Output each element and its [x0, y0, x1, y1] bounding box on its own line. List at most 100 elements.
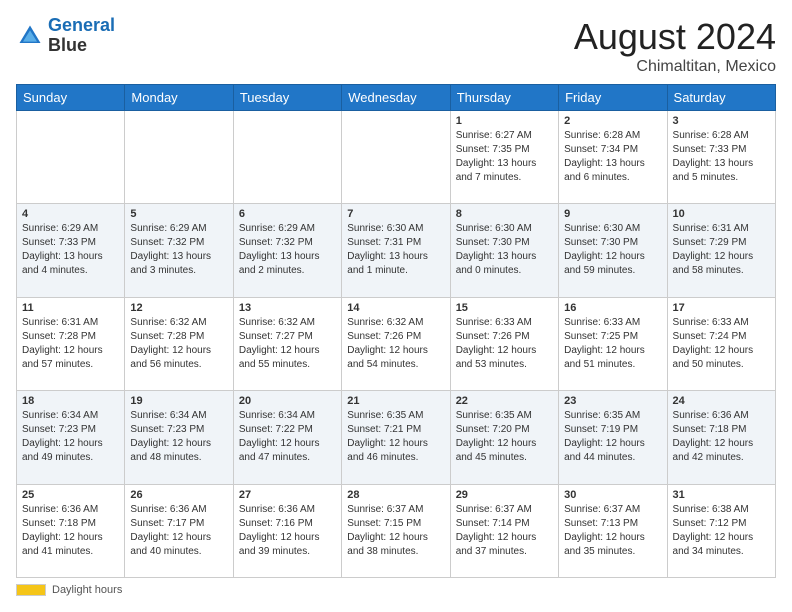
day-info: Sunrise: 6:29 AM Sunset: 7:32 PM Dayligh… [239, 222, 336, 278]
calendar-day-cell: 17Sunrise: 6:33 AM Sunset: 7:24 PM Dayli… [667, 297, 775, 390]
day-info: Sunrise: 6:35 AM Sunset: 7:21 PM Dayligh… [347, 409, 444, 465]
day-info: Sunrise: 6:30 AM Sunset: 7:30 PM Dayligh… [456, 222, 553, 278]
day-number: 22 [456, 395, 553, 407]
calendar-day-cell: 19 Sunrise: 6:34 AM Sunset: 7:23 PM Dayli… [125, 391, 233, 484]
calendar-day-cell: 6 Sunrise: 6:29 AM Sunset: 7:32 PM Daylig… [233, 204, 341, 297]
day-number: 5 [130, 208, 227, 220]
calendar-day-cell: 11 Sunrise: 6:31 AM Sunset: 7:28 PM Dayli… [17, 297, 125, 390]
calendar-day-cell: 18Sunrise: 6:34 AM Sunset: 7:23 PM Dayli… [17, 391, 125, 484]
day-number: 28 [347, 489, 444, 501]
location: Chimaltitan, Mexico [574, 58, 776, 76]
day-number: 19 [130, 395, 227, 407]
calendar-day-cell: 2 Sunrise: 6:28 AM Sunset: 7:34 PM Daylig… [559, 111, 667, 204]
calendar-day-cell: 30 Sunrise: 6:37 AM Sunset: 7:13 PM Dayli… [559, 484, 667, 577]
calendar-day-cell: 9Sunrise: 6:30 AM Sunset: 7:30 PM Daylig… [559, 204, 667, 297]
day-info: Sunrise: 6:33 AM Sunset: 7:25 PM Dayligh… [564, 316, 661, 372]
footer: Daylight hours [16, 584, 776, 596]
logo-text: General Blue [48, 16, 115, 56]
day-number: 23 [564, 395, 661, 407]
calendar-day-cell: 25 Sunrise: 6:36 AM Sunset: 7:18 PM Dayli… [17, 484, 125, 577]
logo: General Blue [16, 16, 115, 56]
calendar-day-cell [125, 111, 233, 204]
day-number: 1 [456, 115, 553, 127]
day-number: 29 [456, 489, 553, 501]
calendar-header-cell: Thursday [450, 85, 558, 111]
calendar-day-cell: 1Sunrise: 6:27 AM Sunset: 7:35 PM Daylig… [450, 111, 558, 204]
day-number: 16 [564, 302, 661, 314]
calendar-day-cell: 10 Sunrise: 6:31 AM Sunset: 7:29 PM Dayli… [667, 204, 775, 297]
day-info: Sunrise: 6:29 AM Sunset: 7:32 PM Dayligh… [130, 222, 227, 278]
day-info: Sunrise: 6:31 AM Sunset: 7:29 PM Dayligh… [673, 222, 770, 278]
day-number: 25 [22, 489, 119, 501]
calendar-week-row: 25 Sunrise: 6:36 AM Sunset: 7:18 PM Dayli… [17, 484, 776, 577]
day-number: 26 [130, 489, 227, 501]
day-info: Sunrise: 6:34 AM Sunset: 7:23 PM Dayligh… [130, 409, 227, 465]
logo-general: General [48, 15, 115, 35]
day-number: 6 [239, 208, 336, 220]
logo-icon [16, 22, 44, 50]
calendar-day-cell: 12 Sunrise: 6:32 AM Sunset: 7:28 PM Dayli… [125, 297, 233, 390]
day-info: Sunrise: 6:36 AM Sunset: 7:18 PM Dayligh… [673, 409, 770, 465]
logo-blue: Blue [48, 36, 115, 56]
day-number: 11 [22, 302, 119, 314]
day-info: Sunrise: 6:36 AM Sunset: 7:18 PM Dayligh… [22, 503, 119, 559]
calendar-day-cell: 24 Sunrise: 6:36 AM Sunset: 7:18 PM Dayli… [667, 391, 775, 484]
day-number: 20 [239, 395, 336, 407]
day-number: 10 [673, 208, 770, 220]
calendar-day-cell: 22Sunrise: 6:35 AM Sunset: 7:20 PM Dayli… [450, 391, 558, 484]
calendar-day-cell: 3Sunrise: 6:28 AM Sunset: 7:33 PM Daylig… [667, 111, 775, 204]
footer-label: Daylight hours [52, 584, 122, 596]
day-info: Sunrise: 6:32 AM Sunset: 7:26 PM Dayligh… [347, 316, 444, 372]
day-number: 13 [239, 302, 336, 314]
month-title: August 2024 [574, 16, 776, 58]
day-number: 24 [673, 395, 770, 407]
day-number: 31 [673, 489, 770, 501]
day-number: 18 [22, 395, 119, 407]
calendar-day-cell: 13 Sunrise: 6:32 AM Sunset: 7:27 PM Dayli… [233, 297, 341, 390]
daylight-bar-icon [16, 584, 46, 596]
calendar-week-row: 1Sunrise: 6:27 AM Sunset: 7:35 PM Daylig… [17, 111, 776, 204]
calendar-day-cell: 27Sunrise: 6:36 AM Sunset: 7:16 PM Dayli… [233, 484, 341, 577]
page: General Blue August 2024 Chimaltitan, Me… [0, 0, 792, 612]
calendar-day-cell: 28Sunrise: 6:37 AM Sunset: 7:15 PM Dayli… [342, 484, 450, 577]
day-info: Sunrise: 6:35 AM Sunset: 7:19 PM Dayligh… [564, 409, 661, 465]
calendar-day-cell: 31 Sunrise: 6:38 AM Sunset: 7:12 PM Dayli… [667, 484, 775, 577]
calendar-day-cell [17, 111, 125, 204]
header: General Blue August 2024 Chimaltitan, Me… [16, 16, 776, 76]
calendar-header-cell: Monday [125, 85, 233, 111]
day-number: 8 [456, 208, 553, 220]
day-number: 30 [564, 489, 661, 501]
calendar-day-cell [342, 111, 450, 204]
calendar-body: 1Sunrise: 6:27 AM Sunset: 7:35 PM Daylig… [17, 111, 776, 578]
calendar-header-row: SundayMondayTuesdayWednesdayThursdayFrid… [17, 85, 776, 111]
calendar-table: SundayMondayTuesdayWednesdayThursdayFrid… [16, 84, 776, 578]
calendar-day-cell [233, 111, 341, 204]
calendar-day-cell: 8 Sunrise: 6:30 AM Sunset: 7:30 PM Daylig… [450, 204, 558, 297]
day-info: Sunrise: 6:36 AM Sunset: 7:17 PM Dayligh… [130, 503, 227, 559]
calendar-day-cell: 26 Sunrise: 6:36 AM Sunset: 7:17 PM Dayli… [125, 484, 233, 577]
calendar-week-row: 11 Sunrise: 6:31 AM Sunset: 7:28 PM Dayli… [17, 297, 776, 390]
calendar-day-cell: 21 Sunrise: 6:35 AM Sunset: 7:21 PM Dayli… [342, 391, 450, 484]
day-number: 12 [130, 302, 227, 314]
day-info: Sunrise: 6:33 AM Sunset: 7:26 PM Dayligh… [456, 316, 553, 372]
day-info: Sunrise: 6:38 AM Sunset: 7:12 PM Dayligh… [673, 503, 770, 559]
day-number: 15 [456, 302, 553, 314]
calendar-day-cell: 7Sunrise: 6:30 AM Sunset: 7:31 PM Daylig… [342, 204, 450, 297]
day-number: 2 [564, 115, 661, 127]
day-info: Sunrise: 6:32 AM Sunset: 7:28 PM Dayligh… [130, 316, 227, 372]
calendar-header-cell: Friday [559, 85, 667, 111]
day-info: Sunrise: 6:31 AM Sunset: 7:28 PM Dayligh… [22, 316, 119, 372]
calendar-header-cell: Wednesday [342, 85, 450, 111]
calendar-header-cell: Saturday [667, 85, 775, 111]
day-info: Sunrise: 6:28 AM Sunset: 7:33 PM Dayligh… [673, 129, 770, 185]
day-number: 14 [347, 302, 444, 314]
day-info: Sunrise: 6:33 AM Sunset: 7:24 PM Dayligh… [673, 316, 770, 372]
day-info: Sunrise: 6:28 AM Sunset: 7:34 PM Dayligh… [564, 129, 661, 185]
day-number: 21 [347, 395, 444, 407]
day-info: Sunrise: 6:32 AM Sunset: 7:27 PM Dayligh… [239, 316, 336, 372]
day-info: Sunrise: 6:37 AM Sunset: 7:14 PM Dayligh… [456, 503, 553, 559]
calendar-day-cell: 15 Sunrise: 6:33 AM Sunset: 7:26 PM Dayli… [450, 297, 558, 390]
day-number: 9 [564, 208, 661, 220]
day-info: Sunrise: 6:37 AM Sunset: 7:13 PM Dayligh… [564, 503, 661, 559]
calendar-week-row: 4Sunrise: 6:29 AM Sunset: 7:33 PM Daylig… [17, 204, 776, 297]
